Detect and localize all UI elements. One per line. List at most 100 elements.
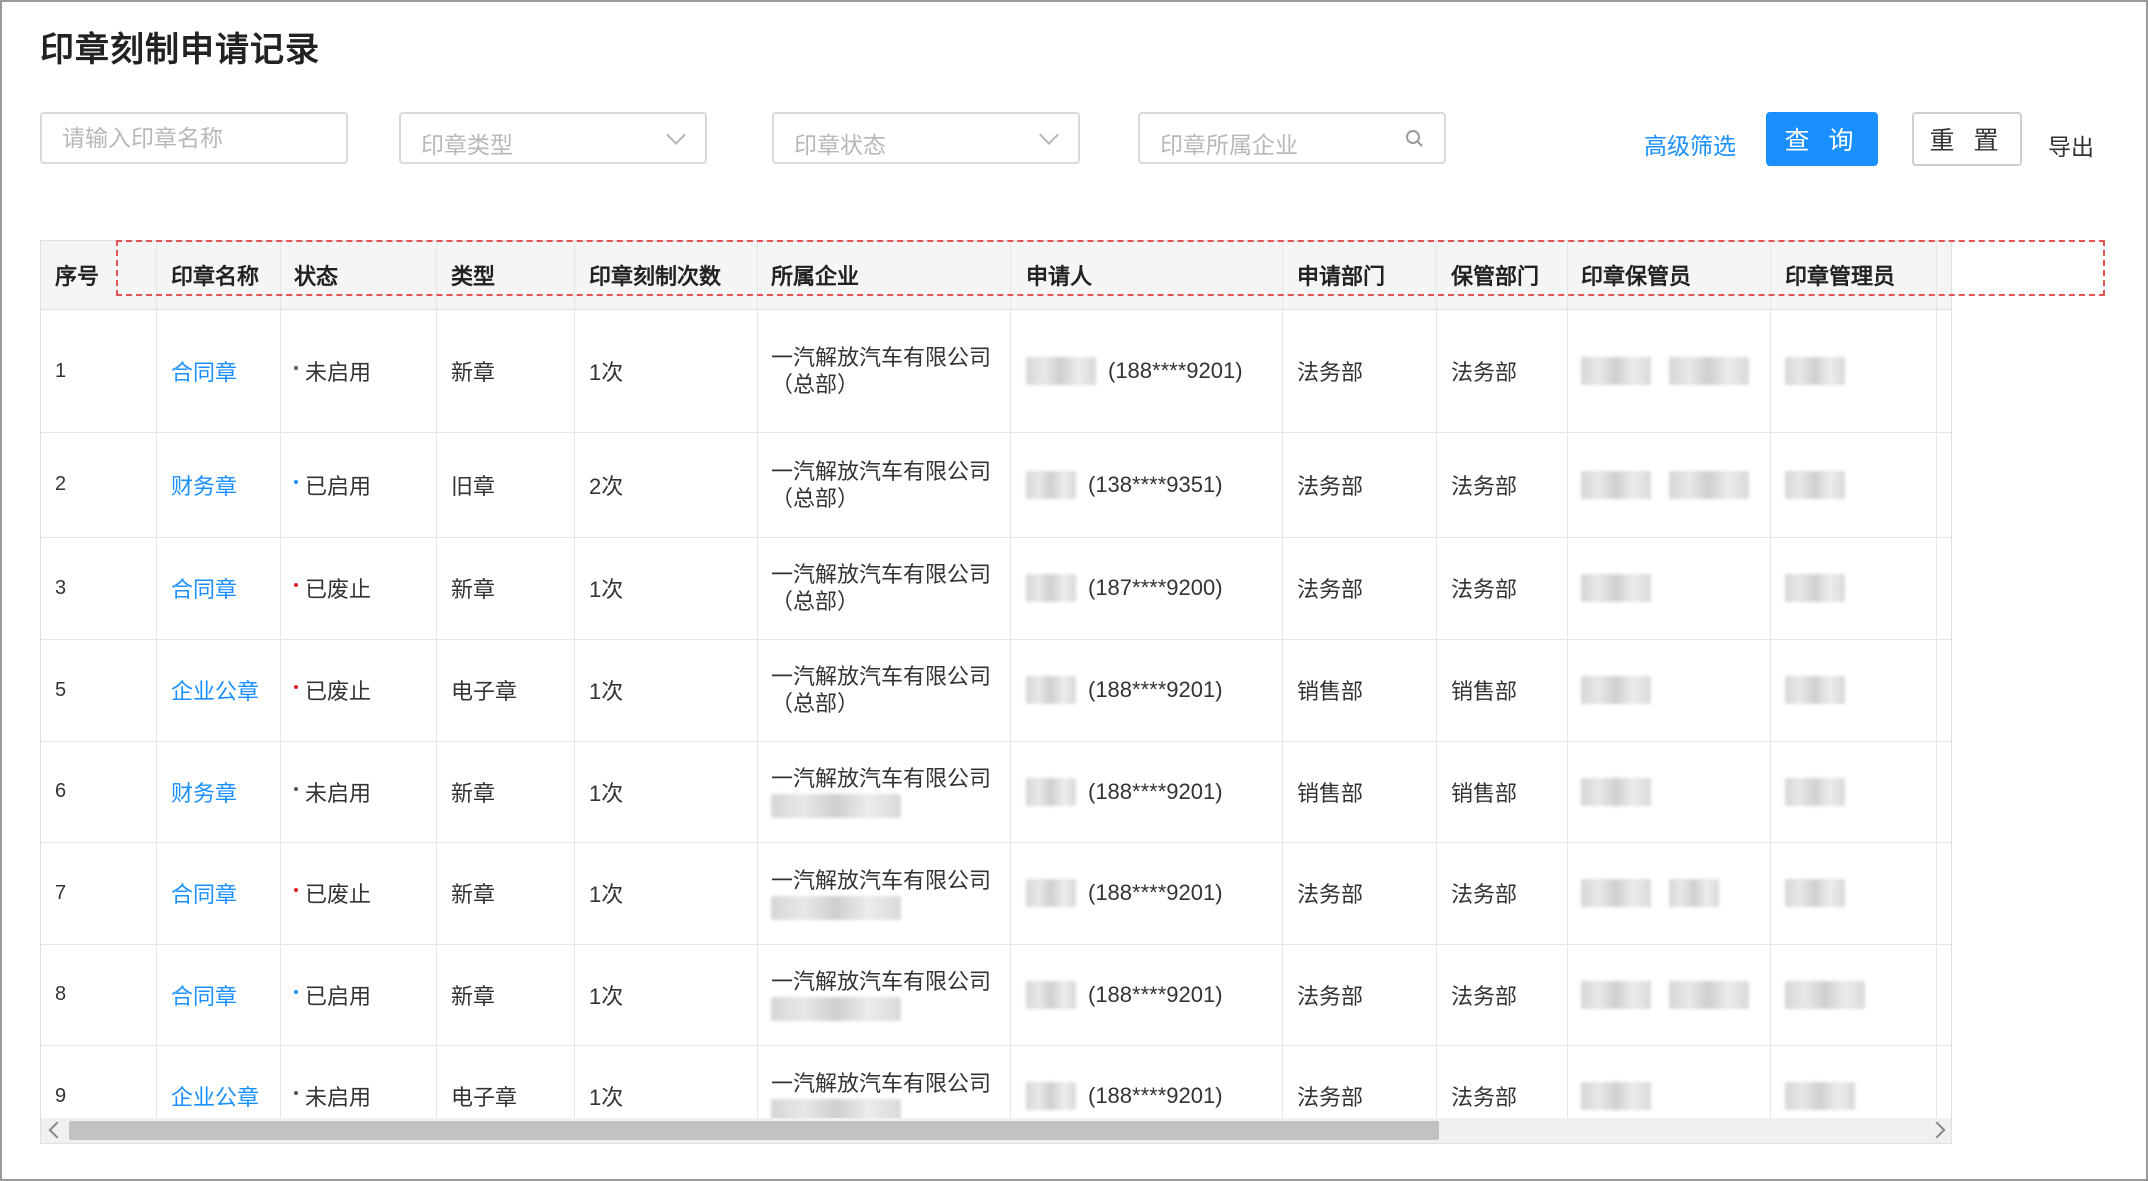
redacted-name <box>1026 574 1076 602</box>
redacted-name <box>1581 470 1651 499</box>
redacted-text <box>771 794 901 818</box>
seal-name-link[interactable]: 企业公章 <box>157 1045 281 1118</box>
seal-name-input-wrap[interactable] <box>40 112 348 164</box>
horizontal-scrollbar[interactable] <box>41 1118 1951 1143</box>
status-text: 已启用 <box>305 983 372 1009</box>
seal-name[interactable]: 合同章 <box>171 572 237 604</box>
applicant-phone: (188****9201) <box>1088 981 1223 1007</box>
purpose-cell: 这里 <box>1937 944 1951 1045</box>
query-button[interactable]: 查 询 <box>1766 112 1878 166</box>
seal-status-placeholder: 印章状态 <box>794 132 886 158</box>
redacted-name <box>1581 1082 1651 1110</box>
purpose-cell: 这里 <box>1937 842 1951 944</box>
seal-name[interactable]: 企业公章 <box>171 674 259 706</box>
applicant-phone: (188****9201) <box>1088 677 1223 702</box>
company-line-1: 一汽解放汽车有限公司 <box>771 562 992 587</box>
advanced-filter-link[interactable]: 高级筛选 <box>1644 127 1736 161</box>
status-dot-icon <box>294 786 298 791</box>
purpose-cell: 这里 <box>1937 537 1951 639</box>
apply-dept: 销售部 <box>1283 741 1437 842</box>
company-name: 一汽解放汽车有限公司 （总部） <box>771 561 1001 615</box>
redacted-name <box>1669 470 1749 499</box>
keep-dept: 销售部 <box>1437 741 1568 842</box>
scrollbar-thumb[interactable] <box>69 1121 1439 1140</box>
export-link[interactable]: 导出 <box>2048 128 2094 162</box>
seal-keeper-cell <box>1567 432 1771 537</box>
status-cell: 已废止 <box>280 842 437 944</box>
scroll-right-icon[interactable] <box>1928 1121 1946 1139</box>
seal-type: 电子章 <box>437 1045 575 1118</box>
company-line-1: 一汽解放汽车有限公司 <box>771 345 992 370</box>
table-row: 1 合同章 未启用 新章 1次 一汽解放汽车有限公司 （总部） (188****9201) 法务… <box>41 310 1951 433</box>
seal-name[interactable]: 企业公章 <box>171 1080 259 1112</box>
seal-company-field[interactable]: 印章所属企业 <box>1138 112 1446 164</box>
status-text: 未启用 <box>305 360 372 385</box>
status-dot-icon <box>294 583 298 587</box>
engrave-count: 2次 <box>575 432 758 537</box>
seal-name-link[interactable]: 合同章 <box>157 944 281 1045</box>
company-line-1: 一汽解放汽车有限公司 <box>771 458 992 484</box>
company-cell: 一汽解放汽车有限公司 （总部） <box>757 310 1011 432</box>
redacted-name <box>1026 357 1096 385</box>
seal-name[interactable]: 财务章 <box>171 776 237 808</box>
redacted-name <box>1581 574 1651 602</box>
redacted-name <box>1026 470 1076 499</box>
column-header: 申请人 <box>1012 241 1283 309</box>
search-icon[interactable] <box>1404 128 1426 150</box>
status-dot-icon <box>294 479 298 484</box>
company-name: 一汽解放汽车有限公司 <box>771 968 1001 1021</box>
column-header: 申请部门 <box>1283 241 1437 309</box>
seal-name-link[interactable]: 合同章 <box>157 537 281 639</box>
table-row: 9 企业公章 未启用 电子章 1次 一汽解放汽车有限公司 (188****9201) 法务部法… <box>41 1045 1951 1118</box>
seal-type-select[interactable]: 印章类型 <box>399 112 707 164</box>
seal-status-select[interactable]: 印章状态 <box>772 112 1080 164</box>
seal-name-link[interactable]: 财务章 <box>157 741 281 842</box>
seal-name-link[interactable]: 企业公章 <box>157 639 281 741</box>
applicant-cell: (188****9201) <box>1012 639 1283 741</box>
seal-name-link[interactable]: 合同章 <box>157 842 281 944</box>
seal-name[interactable]: 合同章 <box>171 355 237 387</box>
company-line-1: 一汽解放汽车有限公司 <box>771 1070 992 1096</box>
keep-dept: 销售部 <box>1437 639 1568 741</box>
company-line-1: 一汽解放汽车有限公司 <box>771 867 992 893</box>
seal-name[interactable]: 财务章 <box>171 469 237 501</box>
scroll-left-icon[interactable] <box>48 1121 66 1139</box>
apply-dept: 法务部 <box>1283 944 1437 1045</box>
seal-name-input[interactable] <box>42 114 346 162</box>
seal-name[interactable]: 合同章 <box>171 877 237 909</box>
redacted-name <box>1785 879 1845 907</box>
applicant-cell: (188****9201) <box>1012 944 1283 1045</box>
seal-type: 电子章 <box>437 639 575 741</box>
keep-dept: 法务部 <box>1437 1045 1568 1118</box>
company-line-2: （总部） <box>771 372 860 397</box>
status-cell: 未启用 <box>280 310 437 432</box>
redacted-name <box>1581 879 1651 907</box>
row-number: 3 <box>41 537 157 639</box>
seal-keeper-cell <box>1567 310 1771 432</box>
company-line-1: 一汽解放汽车有限公司 <box>771 969 992 994</box>
redacted-name <box>1785 676 1845 704</box>
apply-dept: 法务部 <box>1283 310 1437 432</box>
applicant-cell: (188****9201) <box>1012 741 1283 842</box>
engrave-count: 1次 <box>575 310 758 432</box>
apply-dept: 销售部 <box>1283 639 1437 741</box>
table-row: 8 合同章 已启用 新章 1次 一汽解放汽车有限公司 (188****9201) 法务部 法务部… <box>41 944 1951 1046</box>
column-header: 印章管理员 <box>1771 241 1937 309</box>
redacted-name <box>1581 980 1651 1009</box>
seal-name[interactable]: 合同章 <box>171 979 237 1011</box>
status-dot-icon <box>294 888 298 892</box>
reset-button[interactable]: 重 置 <box>1912 112 2022 166</box>
redacted-name <box>1785 357 1845 385</box>
seal-name-link[interactable]: 合同章 <box>157 310 281 432</box>
table-row: 3 合同章 已废止 新章 1次 一汽解放汽车有限公司 （总部） (187****9200) 法务… <box>41 537 1951 640</box>
redacted-name <box>1581 676 1651 704</box>
redacted-name <box>1669 980 1749 1009</box>
chevron-down-icon <box>666 125 686 145</box>
status-text: 未启用 <box>305 1085 372 1110</box>
keep-dept: 法务部 <box>1437 432 1568 537</box>
redacted-name <box>1785 980 1865 1009</box>
status-text: 已废止 <box>305 679 372 704</box>
seal-name-link[interactable]: 财务章 <box>157 432 281 537</box>
engrave-count: 1次 <box>575 741 758 842</box>
company-name: 一汽解放汽车有限公司 （总部） <box>771 458 1001 512</box>
